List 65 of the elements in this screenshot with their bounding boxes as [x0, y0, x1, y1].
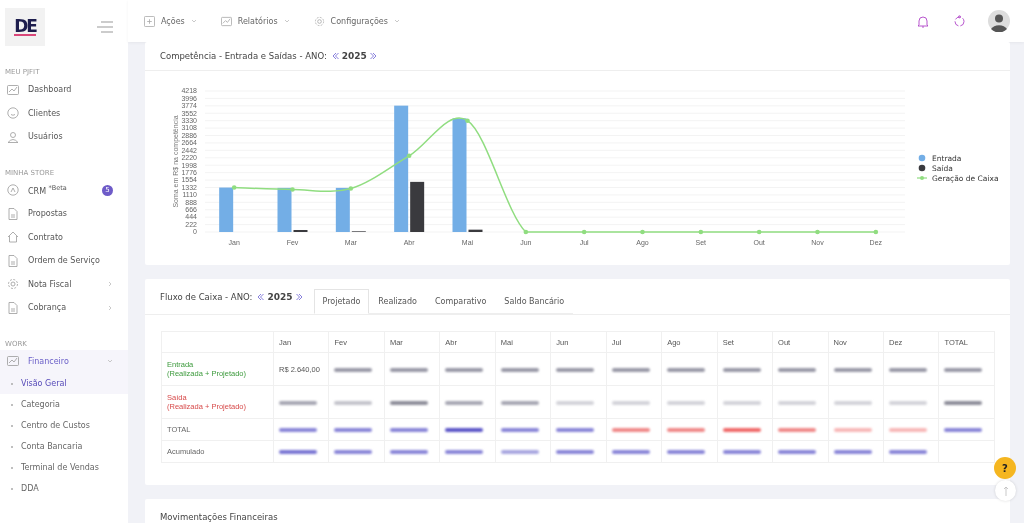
logo[interactable]: DE — [5, 7, 45, 46]
house-icon — [7, 231, 19, 244]
document-icon — [7, 207, 19, 220]
document-icon — [7, 301, 19, 314]
bell-icon[interactable] — [917, 14, 929, 28]
nav-item[interactable]: Nota Fiscal — [0, 272, 128, 296]
data-point — [640, 229, 645, 235]
data-point — [756, 229, 762, 235]
submenu-item[interactable]: Terminal de Vendas — [0, 457, 128, 478]
chart-icon — [220, 15, 232, 27]
gear-icon — [313, 15, 325, 27]
nav-item[interactable]: Ordem de Serviço — [0, 249, 128, 273]
data-point — [465, 118, 470, 123]
nav-item[interactable]: Dashboard — [0, 78, 128, 102]
submenu-item[interactable]: DDA — [0, 478, 128, 499]
arrow-up-icon — [1002, 485, 1009, 496]
data-point — [231, 185, 237, 190]
card-title: Competência - Entrada e Saídas - ANO: — [160, 51, 327, 61]
caret-icon — [393, 19, 400, 23]
tab[interactable]: Realizado — [369, 289, 426, 314]
tab[interactable]: Comparativo — [425, 289, 496, 314]
data-point — [815, 229, 820, 235]
refresh-icon[interactable] — [953, 14, 966, 28]
data-point — [698, 229, 704, 235]
menu-dropdown[interactable]: Ações — [144, 15, 197, 27]
data-point — [348, 186, 354, 191]
data-point — [290, 187, 295, 192]
nav-item[interactable]: Propostas — [0, 202, 128, 226]
submenu-item[interactable]: Categoria — [0, 394, 128, 415]
chart-icon — [7, 355, 19, 368]
help-button[interactable]: ? — [994, 457, 1016, 479]
nav-item[interactable]: Usuários — [0, 125, 128, 149]
nav-item[interactable]: Contrato — [0, 225, 128, 249]
year-label: 2025 — [267, 291, 293, 302]
chevron-left-icon[interactable] — [257, 292, 265, 301]
chart-icon — [7, 83, 19, 96]
chevron-right-icon[interactable] — [369, 52, 377, 60]
chevron-left-icon[interactable] — [331, 52, 339, 60]
document-icon — [7, 254, 19, 267]
tab[interactable]: Saldo Bancário — [495, 289, 574, 314]
data-point — [406, 153, 412, 159]
submenu-item[interactable]: Visão Geral — [0, 373, 128, 394]
smiley-icon — [7, 107, 19, 120]
card-title: Movimentações Financeiras — [160, 512, 278, 522]
avatar[interactable] — [988, 10, 1010, 32]
data-point — [581, 229, 587, 235]
data-point — [523, 229, 529, 235]
gear-icon — [7, 278, 19, 291]
user-icon — [7, 130, 19, 143]
submenu-item[interactable]: Centro de Custos — [0, 415, 128, 436]
circle-icon — [7, 184, 19, 197]
data-point — [873, 229, 879, 235]
chevron-right-icon[interactable] — [295, 292, 303, 301]
nav-item[interactable]: Cobrança — [0, 296, 128, 320]
plus-square-icon — [144, 15, 155, 27]
nav-item[interactable]: Financeiro — [0, 349, 128, 373]
caret-icon — [283, 19, 290, 23]
nav-item[interactable]: Clientes — [0, 101, 128, 125]
card-title: Fluxo de Caixa - ANO: — [160, 291, 253, 302]
menu-dropdown[interactable]: Relatórios — [220, 15, 290, 27]
submenu-item[interactable]: Conta Bancaria — [0, 436, 128, 457]
year-label: 2025 — [341, 51, 367, 61]
tab[interactable]: Projetado — [313, 289, 370, 314]
caret-icon — [190, 19, 197, 23]
menu-dropdown[interactable]: Configurações — [313, 15, 400, 27]
